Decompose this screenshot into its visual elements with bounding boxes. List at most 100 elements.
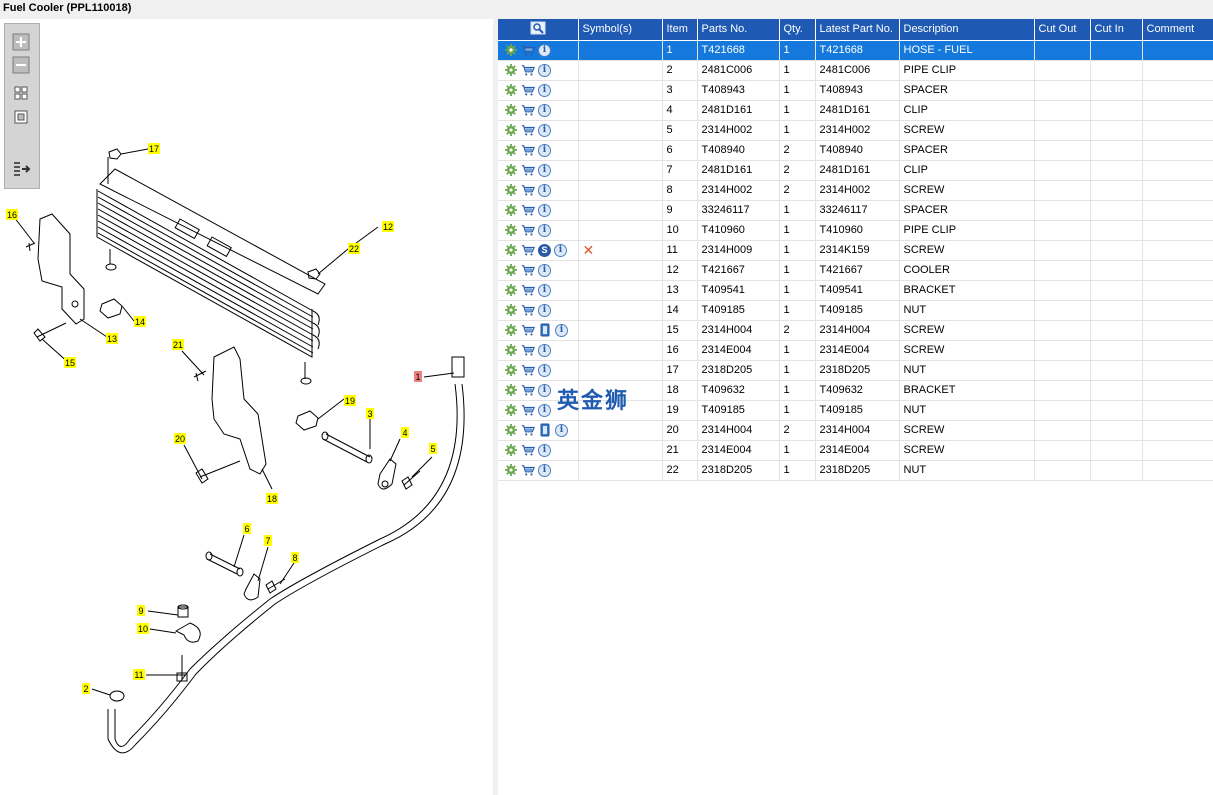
cart-icon[interactable]	[521, 83, 535, 97]
column-header-parts-no[interactable]: Parts No.	[697, 19, 780, 41]
cart-icon[interactable]	[521, 243, 535, 257]
info-icon[interactable]: i	[538, 463, 551, 477]
cart-icon[interactable]	[521, 203, 535, 217]
gear-icon[interactable]	[504, 63, 518, 77]
info-icon[interactable]: i	[538, 403, 551, 417]
table-row[interactable]: i 6 T408940 2 T408940 SPACER	[498, 140, 1213, 161]
search-parts-icon[interactable]	[530, 21, 546, 35]
callout-label[interactable]: 12	[382, 221, 394, 232]
cart-icon[interactable]	[521, 323, 535, 337]
info-icon[interactable]: i	[538, 183, 551, 197]
export-icon[interactable]	[12, 160, 32, 180]
info-icon[interactable]: i	[538, 203, 551, 217]
callout-label[interactable]: 7	[264, 535, 272, 546]
callout-label[interactable]: 21	[172, 339, 184, 350]
fit-all-icon[interactable]	[12, 84, 32, 104]
zoom-out-icon[interactable]	[12, 56, 32, 76]
table-row[interactable]: i 9 33246117 1 33246117 SPACER	[498, 200, 1213, 221]
gear-icon[interactable]	[504, 183, 518, 197]
column-header-comment[interactable]: Comment	[1142, 19, 1213, 41]
info-icon[interactable]: i	[538, 123, 551, 137]
info-icon[interactable]: i	[538, 223, 551, 237]
info-icon[interactable]: i	[538, 343, 551, 357]
table-row[interactable]: i 17 2318D205 1 2318D205 NUT	[498, 360, 1213, 381]
gear-icon[interactable]	[504, 143, 518, 157]
table-row[interactable]: i 13 T409541 1 T409541 BRACKET	[498, 280, 1213, 301]
column-header-latest-part-no[interactable]: Latest Part No.	[815, 19, 900, 41]
gear-icon[interactable]	[504, 163, 518, 177]
column-header-tools[interactable]	[498, 19, 579, 41]
table-row[interactable]: i 22 2318D205 1 2318D205 NUT	[498, 460, 1213, 481]
callout-label[interactable]: 18	[266, 493, 278, 504]
exploded-diagram[interactable]: 17 16 12 22 14 13 15 21 1 19 3 4 5 20 18 6 7 8 9 10 11 2	[0, 19, 493, 795]
gear-icon[interactable]	[504, 83, 518, 97]
column-header-item[interactable]: Item	[662, 19, 698, 41]
callout-label[interactable]: 14	[134, 316, 146, 327]
callout-label[interactable]: 13	[106, 333, 118, 344]
cart-icon[interactable]	[521, 143, 535, 157]
table-row[interactable]: i 16 2314E004 1 2314E004 SCREW	[498, 340, 1213, 361]
column-header-qty[interactable]: Qty.	[779, 19, 816, 41]
table-row[interactable]: i 15 2314H004 2 2314H004 SCREW	[498, 320, 1213, 341]
gear-icon[interactable]	[504, 283, 518, 297]
callout-label[interactable]: 10	[137, 623, 149, 634]
table-row[interactable]: i 7 2481D161 2 2481D161 CLIP	[498, 160, 1213, 181]
info-icon[interactable]: i	[538, 263, 551, 277]
column-header-description[interactable]: Description	[899, 19, 1035, 41]
callout-label[interactable]: 11	[133, 669, 145, 680]
gear-icon[interactable]	[504, 43, 518, 57]
document-icon[interactable]	[538, 423, 552, 437]
callout-label[interactable]: 17	[148, 143, 160, 154]
cart-icon[interactable]	[521, 303, 535, 317]
cart-icon[interactable]	[521, 463, 535, 477]
info-icon[interactable]: i	[538, 163, 551, 177]
info-icon[interactable]: i	[538, 103, 551, 117]
callout-label[interactable]: 19	[344, 395, 356, 406]
callout-label[interactable]: 9	[137, 605, 145, 616]
gear-icon[interactable]	[504, 263, 518, 277]
info-icon[interactable]: i	[538, 363, 551, 377]
callout-label[interactable]: 1	[414, 371, 422, 382]
cart-icon[interactable]	[521, 43, 535, 57]
gear-icon[interactable]	[504, 123, 518, 137]
callout-label[interactable]: 16	[6, 209, 18, 220]
column-header-cut-in[interactable]: Cut In	[1090, 19, 1143, 41]
table-row[interactable]: i 5 2314H002 1 2314H002 SCREW	[498, 120, 1213, 141]
callout-label[interactable]: 3	[366, 408, 374, 419]
cart-icon[interactable]	[521, 183, 535, 197]
table-row[interactable]: i 2 2481C006 1 2481C006 PIPE CLIP	[498, 60, 1213, 81]
callout-label[interactable]: 20	[174, 433, 186, 444]
info-icon[interactable]: i	[538, 43, 551, 57]
cart-icon[interactable]	[521, 63, 535, 77]
table-row[interactable]: i 3 T408943 1 T408943 SPACER	[498, 80, 1213, 101]
info-icon[interactable]: i	[538, 143, 551, 157]
cart-icon[interactable]	[521, 403, 535, 417]
cart-icon[interactable]	[521, 343, 535, 357]
gear-icon[interactable]	[504, 323, 518, 337]
column-header-cut-out[interactable]: Cut Out	[1034, 19, 1091, 41]
cart-icon[interactable]	[521, 283, 535, 297]
gear-icon[interactable]	[504, 203, 518, 217]
zoom-in-icon[interactable]	[12, 33, 32, 53]
cart-icon[interactable]	[521, 263, 535, 277]
table-row[interactable]: i 4 2481D161 1 2481D161 CLIP	[498, 100, 1213, 121]
cart-icon[interactable]	[521, 103, 535, 117]
actual-size-icon[interactable]	[12, 108, 32, 128]
table-row[interactable]: i 20 2314H004 2 2314H004 SCREW	[498, 420, 1213, 441]
gear-icon[interactable]	[504, 303, 518, 317]
column-header-symbols[interactable]: Symbol(s)	[578, 19, 663, 41]
callout-label[interactable]: 6	[243, 523, 251, 534]
cart-icon[interactable]	[521, 363, 535, 377]
info-icon[interactable]: i	[555, 323, 568, 337]
supersession-icon[interactable]: S	[538, 243, 551, 257]
info-icon[interactable]: i	[538, 443, 551, 457]
info-icon[interactable]: i	[554, 243, 567, 257]
gear-icon[interactable]	[504, 463, 518, 477]
info-icon[interactable]: i	[538, 63, 551, 77]
callout-label[interactable]: 5	[429, 443, 437, 454]
info-icon[interactable]: i	[538, 383, 551, 397]
table-row[interactable]: Si ✕ 11 2314H009 1 2314K159 SCREW	[498, 240, 1213, 261]
cart-icon[interactable]	[521, 423, 535, 437]
table-row[interactable]: i 21 2314E004 1 2314E004 SCREW	[498, 440, 1213, 461]
document-icon[interactable]	[538, 323, 552, 337]
